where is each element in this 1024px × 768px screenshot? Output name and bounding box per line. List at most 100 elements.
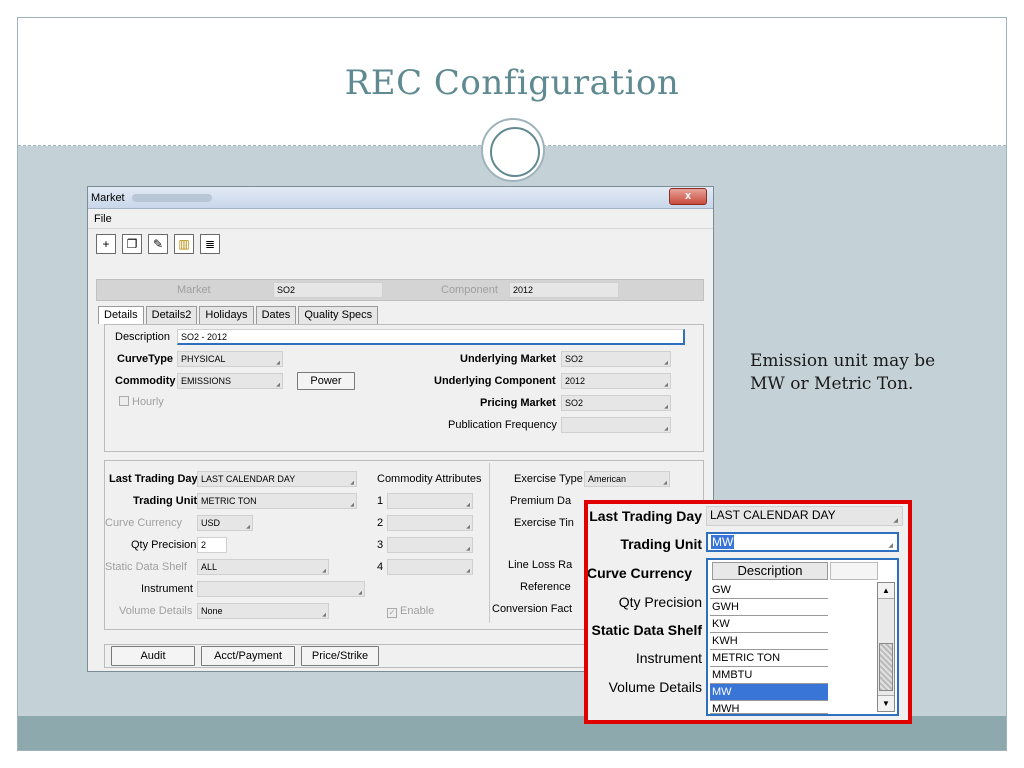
tab-details2[interactable]: Details2 — [145, 306, 198, 324]
market-field[interactable]: SO2 — [273, 282, 383, 298]
note-line-2: MW or Metric Ton. — [750, 374, 914, 394]
list-item-mmbtu[interactable]: MMBTU — [710, 667, 828, 684]
window-titlebar[interactable]: Market x — [88, 187, 713, 209]
curve-currency-label: Curve Currency — [105, 517, 183, 529]
attr-select-4[interactable] — [387, 559, 473, 575]
enable-checkbox[interactable]: ✓ — [387, 608, 397, 618]
line-loss-label: Line Loss Ra — [508, 559, 573, 571]
zoom-qty-precision-label: Qty Precision — [618, 594, 702, 610]
power-button[interactable]: Power — [297, 372, 355, 390]
reference-label: Reference — [520, 581, 571, 593]
report-doc-icon[interactable]: ≣ — [200, 234, 220, 254]
static-data-shelf-label: Static Data Shelf — [105, 561, 187, 573]
pricing-market-label: Pricing Market — [480, 397, 556, 409]
curvetype-label: CurveType — [117, 353, 174, 365]
list-item-gwh[interactable]: GWH — [710, 599, 828, 616]
component-field[interactable]: 2012 — [509, 282, 619, 298]
qty-precision-label: Qty Precision — [131, 539, 197, 551]
menu-file[interactable]: File — [94, 213, 112, 225]
tab-strip: Details Details2 Holidays Dates Quality … — [98, 306, 380, 324]
publication-frequency-label: Publication Frequency — [448, 419, 557, 431]
zoom-trading-unit-select[interactable]: MW — [706, 532, 899, 552]
note-line-1: Emission unit may be — [750, 351, 936, 371]
acct-payment-button[interactable]: Acct/Payment — [201, 646, 295, 666]
tab-holidays[interactable]: Holidays — [199, 306, 254, 324]
attr-select-3[interactable] — [387, 537, 473, 553]
attr-num-1: 1 — [377, 495, 384, 507]
curve-currency-select[interactable]: USD — [197, 515, 253, 531]
qty-precision-input[interactable]: 2 — [197, 537, 227, 553]
new-doc-icon[interactable]: + — [96, 234, 116, 254]
list-item-metric-ton[interactable]: METRIC TON — [710, 650, 828, 667]
last-trading-day-label: Last Trading Day — [109, 473, 198, 485]
last-trading-day-select[interactable]: LAST CALENDAR DAY — [197, 471, 357, 487]
zoom-trading-unit-value: MW — [711, 535, 735, 549]
decorative-circle — [481, 118, 545, 182]
slide-title: REC Configuration — [344, 63, 680, 103]
pricing-market-select[interactable]: SO2 — [561, 395, 671, 411]
description-label: Description — [115, 331, 171, 343]
enable-label: Enable — [400, 605, 435, 617]
side-note: Emission unit may be MW or Metric Ton. — [750, 350, 950, 396]
enable-checkbox-label[interactable]: ✓ Enable — [387, 605, 434, 618]
toolbar: + ❐ ✎ ▥ ≣ — [88, 229, 713, 263]
attr-num-2: 2 — [377, 517, 384, 529]
price-strike-button[interactable]: Price/Strike — [301, 646, 379, 666]
scroll-up-arrow-icon[interactable]: ▲ — [878, 583, 894, 599]
hourly-checkbox-label[interactable]: Hourly — [119, 396, 164, 408]
underlying-market-select[interactable]: SO2 — [561, 351, 671, 367]
zoom-trading-unit-label: Trading Unit — [620, 536, 702, 552]
list-scrollbar[interactable]: ▲ ▼ — [877, 582, 895, 712]
blurred-title-text — [132, 194, 212, 202]
description-input[interactable]: SO2 - 2012 — [177, 329, 685, 345]
zoom-last-trading-day-label: Last Trading Day — [589, 508, 702, 524]
attr-select-2[interactable] — [387, 515, 473, 531]
audit-button[interactable]: Audit — [111, 646, 195, 666]
list-item-kw[interactable]: KW — [710, 616, 828, 633]
premium-date-label: Premium Da — [510, 495, 572, 507]
zoom-last-trading-day-select[interactable]: LAST CALENDAR DAY — [706, 506, 903, 526]
attr-select-1[interactable] — [387, 493, 473, 509]
tab-dates[interactable]: Dates — [255, 306, 297, 324]
curvetype-select[interactable]: PHYSICAL — [177, 351, 283, 367]
details-panel: Description SO2 - 2012 CurveType PHYSICA… — [104, 324, 704, 452]
list-item-mw[interactable]: MW — [710, 684, 828, 701]
exercise-time-label: Exercise Tin — [514, 517, 574, 529]
publication-frequency-select[interactable] — [561, 417, 671, 433]
list-item-kwh[interactable]: KWH — [710, 633, 828, 650]
list-item-gw[interactable]: GW — [710, 582, 828, 599]
commodity-attributes-label: Commodity Attributes — [377, 473, 482, 485]
edit-doc-icon[interactable]: ✎ — [148, 234, 168, 254]
unit-dropdown-list: Description GW GWH KW KWH METRIC TON MMB… — [706, 558, 899, 716]
instrument-label: Instrument — [141, 583, 193, 595]
scroll-down-arrow-icon[interactable]: ▼ — [878, 695, 894, 711]
close-button[interactable]: x — [669, 188, 707, 205]
instrument-select[interactable] — [197, 581, 365, 597]
market-header: Market SO2 Component 2012 — [96, 279, 704, 301]
volume-details-label: Volume Details — [119, 605, 193, 617]
trading-unit-label: Trading Unit — [133, 495, 198, 507]
menu-bar: File — [88, 209, 713, 229]
window-title: Market — [91, 192, 125, 204]
exercise-type-label: Exercise Type — [514, 473, 583, 485]
copy-doc-icon[interactable]: ❐ — [122, 234, 142, 254]
list-item-mwh[interactable]: MWH — [710, 701, 828, 714]
conversion-factor-label: Conversion Fact — [492, 603, 573, 615]
list-header-blank — [830, 562, 878, 580]
tab-quality-specs[interactable]: Quality Specs — [298, 306, 379, 324]
static-data-shelf-select[interactable]: ALL — [197, 559, 329, 575]
tab-details[interactable]: Details — [98, 306, 144, 324]
commodity-select[interactable]: EMISSIONS — [177, 373, 283, 389]
underlying-component-select[interactable]: 2012 — [561, 373, 671, 389]
underlying-component-label: Underlying Component — [434, 375, 556, 387]
commodity-label: Commodity — [115, 375, 176, 387]
volume-details-select[interactable]: None — [197, 603, 329, 619]
trading-unit-select[interactable]: METRIC TON — [197, 493, 357, 509]
zoom-curve-currency-label: Curve Currency — [586, 565, 692, 581]
zoom-static-data-shelf-label: Static Data Shelf — [591, 622, 702, 638]
exercise-type-select[interactable]: American — [584, 471, 670, 487]
hourly-checkbox[interactable] — [119, 396, 129, 406]
scroll-thumb[interactable] — [879, 643, 893, 691]
hourly-label: Hourly — [132, 396, 164, 408]
delete-trash-icon[interactable]: ▥ — [174, 234, 194, 254]
